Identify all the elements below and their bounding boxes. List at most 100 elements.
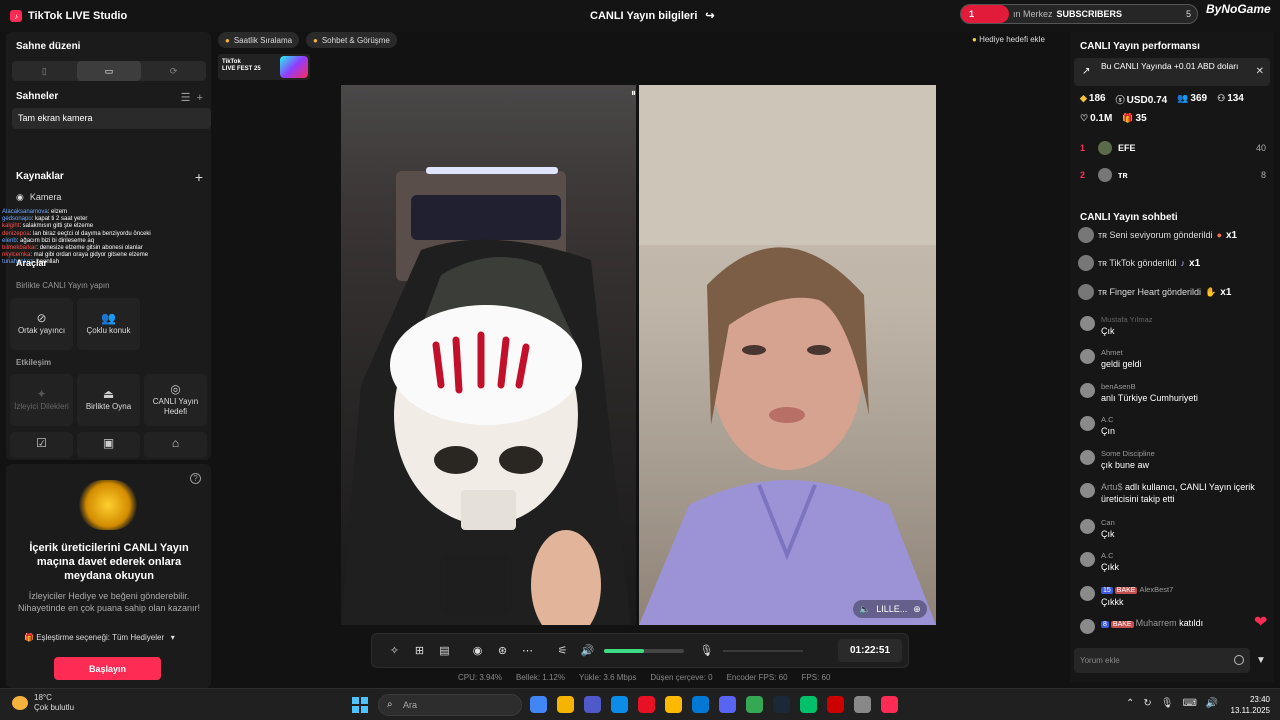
clock[interactable]: 23:40 13.11.2025 [1226,694,1270,716]
tool-box[interactable]: ▣ [77,432,140,458]
filter-icon[interactable]: ▼ [1256,655,1266,666]
comment-input[interactable]: Yorum ekle [1074,648,1250,673]
taskbar-app-icon[interactable] [584,696,601,713]
avatar[interactable] [1080,482,1095,498]
mic-tray-icon[interactable]: 🎙 [1161,698,1174,709]
tool-store[interactable]: ⌂ [144,432,207,458]
speaker-tray-icon[interactable]: 🔊 [1206,698,1218,709]
taskbar-app-icon[interactable] [530,696,547,713]
gift-goal-button[interactable]: ● Hediye hedefi ekle [972,35,1045,44]
chat-text: Çıkk [1101,562,1119,573]
effects-icon[interactable]: ⊞ [407,644,432,657]
sticker-icon[interactable]: ▤ [432,644,457,657]
guest-video [639,85,936,625]
gift-count: x1 [1189,257,1201,269]
add-scene-icon[interactable]: + [197,92,203,104]
chat-username[interactable]: Muharrem [1136,618,1177,628]
hourly-ranking-pill[interactable]: ● Saatlik Sıralama [218,32,300,48]
avatar[interactable] [1080,449,1095,465]
more-icon[interactable]: ⋯ [515,644,540,657]
mic-icon[interactable]: 🎙 [694,644,719,657]
chat-username[interactable]: A.C [1101,551,1114,560]
scene-item[interactable]: Tam ekran kamera [12,108,211,129]
chat-message: benAsenB anlı Türkiye Cumhuriyeti [1080,381,1270,414]
ranking-row[interactable]: 2 ᴛʀ 8 [1080,168,1266,182]
avatar[interactable] [1080,518,1095,534]
chat-username[interactable]: AlexBest7 [1139,585,1173,594]
chat-username[interactable]: benAsenB [1101,382,1136,391]
chat-username[interactable]: Can [1101,518,1115,527]
tool-live-goal[interactable]: ◎ CANLI Yayın Hedefi [144,374,207,426]
taskbar-app-icon[interactable] [665,696,682,713]
close-icon[interactable]: ✕ [1256,66,1264,77]
weather-widget[interactable]: 18°C Çok bulutlu [12,693,74,713]
avatar[interactable] [1080,619,1095,635]
taskbar-app-icon[interactable] [557,696,574,713]
avatar[interactable] [1080,316,1095,331]
tool-multi-guest[interactable]: 👥 Çoklu konuk [77,298,140,350]
list-icon[interactable]: ☰ [181,92,191,104]
taskbar-app-icon[interactable] [692,696,709,713]
add-guest-icon[interactable]: ⊕ [913,604,921,615]
avatar[interactable] [1080,585,1095,601]
network-icon[interactable]: ⌨ [1182,698,1196,709]
mic-slider[interactable] [723,649,803,652]
tool-play-together[interactable]: ⏏ Birlikte Oyna [77,374,140,426]
rotate-layout-icon[interactable]: ⟳ [141,61,206,81]
overlay-chat-message: : lan biraz eeçtci ol dayıma benziyordu … [29,230,151,237]
windows-start-icon[interactable] [352,697,368,713]
chat-call-pill[interactable]: ● Sohbet & Görüşme [306,32,397,48]
avatar[interactable] [1080,382,1095,398]
volume-slider[interactable] [604,648,684,653]
system-tray: ⌃ ↻ 🎙 ⌨ 🔊 [1126,698,1218,709]
record-icon[interactable]: ◉ [465,644,490,657]
chat-username[interactable]: Some Discipline [1101,449,1155,458]
taskbar-app-icon[interactable] [638,696,655,713]
match-option-select[interactable]: 🎁 Eşleştirme seçeneği: Tüm Hediyeler ▾ [24,633,175,642]
tool-viewer-wishes[interactable]: ✦ İzleyici Dilekleri [10,374,73,426]
chevron-up-icon[interactable]: ⌃ [1126,698,1134,709]
tool-co-host[interactable]: ⊘ Ortak yayıncı [10,298,73,350]
camera-switch-icon[interactable]: ⊛ [490,644,515,657]
taskbar-app-icon[interactable] [827,696,844,713]
ranking-row[interactable]: 1 EFE 40 [1080,141,1266,155]
start-match-button[interactable]: Başlayın [54,657,161,680]
taskbar-app-icon[interactable] [611,696,628,713]
chat-username[interactable]: Artu$ [1101,482,1123,492]
magic-wand-icon[interactable]: ✧ [382,644,407,657]
chat-username[interactable]: Ahmet [1101,348,1123,357]
split-screen-icon[interactable]: ⏸ [631,88,636,99]
taskbar-search[interactable]: ⌕ Ara [378,694,522,716]
settings-sliders-icon[interactable]: ⚟ [550,644,575,657]
landscape-layout-icon[interactable]: ▭ [76,61,142,81]
gift-event: ᴛʀ Finger Heart gönderildi ✋ x1 [1078,284,1231,300]
livefest-banner[interactable]: TikTok LIVE FEST 25 [218,54,310,80]
add-source-icon[interactable]: + [195,169,203,185]
dollar-icon: ⓢ [1115,95,1125,105]
emoji-icon[interactable] [1234,655,1244,665]
chat-text: Çın [1101,426,1116,437]
taskbar-app-icon[interactable] [746,696,763,713]
portrait-layout-icon[interactable]: ▯ [12,61,77,81]
viewers-value: 369 [1190,93,1208,104]
taskbar-app-icon[interactable] [881,696,898,713]
fan-badge: BAKE [1114,586,1138,594]
share-icon[interactable]: ↪ [705,9,714,22]
avatar[interactable] [1080,349,1095,365]
chat-username[interactable]: Mustafa Yılmaz [1101,315,1153,324]
guest-tag[interactable]: 🔈 LILLE... ⊕ [853,600,927,618]
tool-checklist[interactable]: ☑ [10,432,73,458]
source-item-camera[interactable]: ◉ Kamera [16,192,61,203]
chat-username[interactable]: A.C [1101,415,1114,424]
sync-icon[interactable]: ↻ [1143,698,1151,709]
avatar[interactable] [1080,416,1095,432]
gift-event: ᴛʀ TikTok gönderildi ♪ x1 [1078,255,1200,271]
taskbar-app-icon[interactable] [773,696,790,713]
avatar[interactable] [1080,552,1095,568]
live-info-title[interactable]: CANLI Yayın bilgileri ↪ [590,9,715,23]
taskbar-app-icon[interactable] [854,696,871,713]
volume-icon[interactable]: 🔊 [575,644,600,657]
taskbar-app-icon[interactable] [800,696,817,713]
help-icon[interactable]: ? [190,473,201,484]
taskbar-app-icon[interactable] [719,696,736,713]
